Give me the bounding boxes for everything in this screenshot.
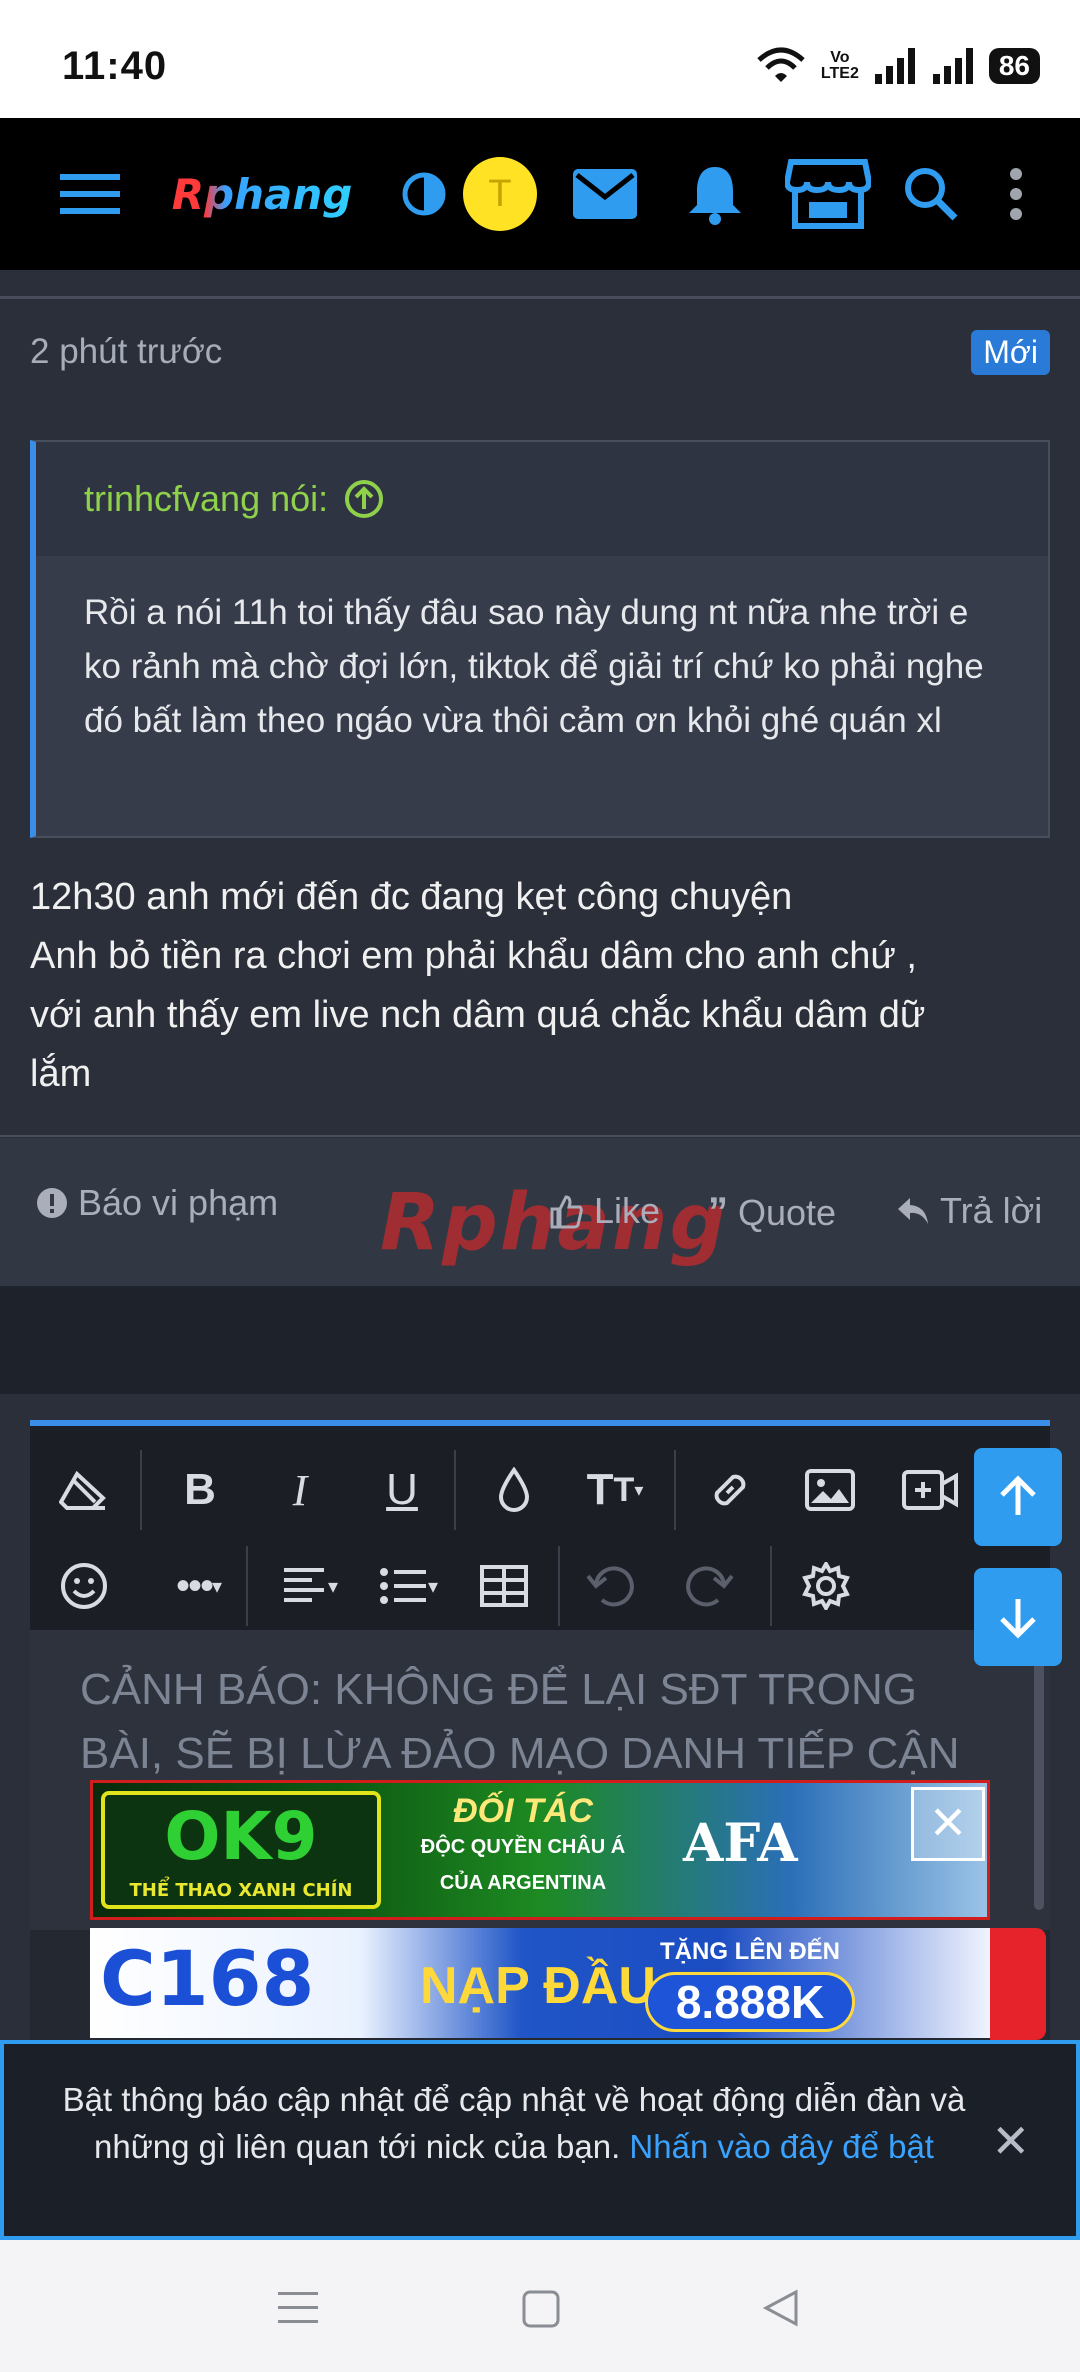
post-line: Anh bỏ tiền ra chơi em phải khẩu dâm cho… (30, 935, 917, 977)
scroll-bottom-button[interactable] (974, 1568, 1062, 1666)
ad-side-strip (990, 1928, 1046, 2040)
post-actions: Rphang Báo vi phạm Like ” Quote Trả lời (0, 1138, 1080, 1286)
back-icon[interactable] (762, 2288, 800, 2333)
site-logo[interactable]: Rphang (162, 118, 362, 270)
bold-icon[interactable]: B (166, 1456, 234, 1524)
ad-close-button[interactable]: × (911, 1787, 985, 1861)
push-notification-banner: Bật thông báo cập nhật để cập nhật về ho… (0, 2040, 1080, 2240)
report-button[interactable]: Báo vi phạm (36, 1182, 278, 1224)
user-avatar[interactable]: T (460, 118, 540, 270)
post-message: 2 phút trước Mới trinhcfvang nói: Rồi a … (0, 270, 1080, 1286)
emoji-icon[interactable] (50, 1552, 118, 1620)
thumbs-up-icon (550, 1195, 583, 1229)
system-nav-bar (0, 2240, 1080, 2372)
theme-toggle-icon[interactable] (396, 118, 452, 270)
enable-notifications-link[interactable]: Nhấn vào đây để bật (629, 2128, 934, 2165)
divider (558, 1546, 560, 1626)
post-line: 12h30 anh mới đến đc đang kẹt công chuyệ… (30, 876, 793, 918)
link-icon[interactable] (696, 1456, 764, 1524)
quote-text: Rồi a nói 11h toi thấy đâu sao này dung … (84, 593, 984, 740)
editor-placeholder: CẢNH BÁO: KHÔNG ĐỂ LẠI SĐT TRONG (80, 1665, 917, 1714)
post-body: 12h30 anh mới đến đc đang kẹt công chuyệ… (30, 868, 1050, 1104)
section-gap (0, 1286, 1080, 1394)
post-line: với anh thấy em live nch dâm quá chắc kh… (30, 994, 926, 1036)
italic-icon[interactable]: I (266, 1456, 334, 1524)
gear-icon[interactable] (792, 1552, 860, 1620)
store-icon[interactable] (782, 118, 874, 270)
arrow-down-icon (1000, 1599, 1036, 1639)
bell-icon[interactable] (680, 118, 750, 270)
alert-icon (37, 1188, 67, 1218)
post-timestamp[interactable]: 2 phút trước (30, 332, 222, 372)
status-icons: Vo LTE2 86 (755, 46, 1040, 86)
ad-text: ĐỐI TÁC ĐỘC QUYỀN CHÂU Á CỦA ARGENTINA (420, 1792, 626, 1894)
ad-promo-label: TẶNG LÊN ĐẾN (660, 1938, 840, 1965)
quote-header[interactable]: trinhcfvang nói: (36, 442, 1048, 556)
quote-button[interactable]: ” Quote (708, 1190, 836, 1235)
like-button[interactable]: Like (548, 1190, 660, 1232)
search-icon[interactable] (896, 118, 966, 270)
video-icon[interactable] (896, 1456, 964, 1524)
home-icon[interactable] (522, 2290, 560, 2333)
signal-icon-2 (932, 48, 973, 84)
status-time: 11:40 (62, 44, 168, 88)
ad-banner-ok9[interactable]: OK9 THỂ THAO XANH CHÍN ĐỐI TÁC ĐỘC QUYỀN … (90, 1780, 990, 1920)
app-header: Rphang T (0, 118, 1080, 270)
font-size-icon[interactable]: T T ▾ (570, 1456, 660, 1524)
reply-icon (898, 1198, 928, 1224)
recents-icon[interactable] (278, 2290, 318, 2331)
redo-icon[interactable] (676, 1552, 744, 1620)
notification-message: Bật thông báo cập nhật để cập nhật về ho… (62, 2081, 966, 2165)
divider (770, 1546, 772, 1626)
arrow-up-icon (1000, 1475, 1036, 1515)
table-icon[interactable] (470, 1552, 538, 1620)
avatar: T (463, 157, 537, 231)
undo-icon[interactable] (576, 1552, 644, 1620)
editor-placeholder: BÀI, SẼ BỊ LỪA ĐẢO MẠO DANH TIẾP CẬN (80, 1729, 960, 1778)
align-icon[interactable]: ▾ (266, 1552, 356, 1620)
battery-level: 86 (988, 48, 1040, 84)
new-badge: Mới (971, 330, 1050, 375)
wifi-icon (757, 47, 805, 82)
ad-amount: 8.888K (645, 1972, 855, 2032)
quote-author[interactable]: trinhcfvang nói: (84, 478, 328, 520)
divider (140, 1450, 142, 1530)
ok9-logo: OK9 THỂ THAO XANH CHÍN (101, 1791, 381, 1909)
scroll-top-button[interactable] (974, 1448, 1062, 1546)
ad-banner-c168[interactable]: C168 NẠP ĐẦU TẶNG LÊN ĐẾN 8.888K (90, 1928, 990, 2038)
eraser-icon[interactable] (50, 1456, 118, 1524)
status-bar: 11:40 Vo LTE2 86 (0, 0, 1080, 118)
editor-toolbar: B I U T T ▾ ••• ▾ ▾ ▾ (30, 1426, 1050, 1630)
close-icon[interactable]: ✕ (991, 2114, 1030, 2168)
divider (0, 296, 1080, 299)
text-color-icon[interactable] (480, 1456, 548, 1524)
ad-promo: NẠP ĐẦU (420, 1957, 656, 2015)
signal-icon (874, 48, 915, 84)
image-icon[interactable] (796, 1456, 864, 1524)
arrow-up-circle-icon[interactable] (344, 479, 384, 519)
underline-icon[interactable]: U (368, 1456, 436, 1524)
divider (0, 1135, 1080, 1137)
reply-button[interactable]: Trả lời (896, 1190, 1042, 1232)
post-line: lắm (30, 1053, 92, 1095)
more-options-icon[interactable]: ••• ▾ (154, 1552, 244, 1620)
volte-indicator: Vo LTE2 (820, 49, 859, 82)
divider (674, 1450, 676, 1530)
quote-block: trinhcfvang nói: Rồi a nói 11h toi thấy … (30, 440, 1050, 838)
divider (454, 1450, 456, 1530)
divider (246, 1546, 248, 1626)
editor-scrollbar[interactable] (1034, 1640, 1044, 1910)
more-vert-icon[interactable] (996, 118, 1036, 270)
quote-marks-icon: ” (708, 1190, 728, 1234)
c168-logo: C168 (100, 1934, 315, 2023)
afa-logo: AFA (683, 1813, 798, 1874)
menu-icon[interactable] (52, 118, 128, 270)
list-icon[interactable]: ▾ (364, 1552, 454, 1620)
mail-icon[interactable] (570, 118, 640, 270)
